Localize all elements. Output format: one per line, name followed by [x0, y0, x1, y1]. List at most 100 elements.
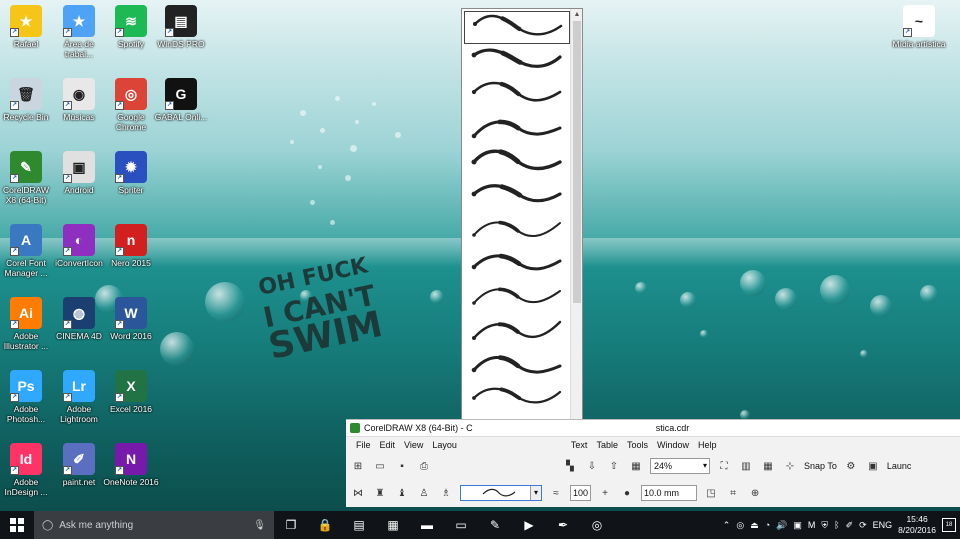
shield-icon[interactable]: ⛨ — [821, 520, 828, 531]
sticky-notes-icon[interactable]: ▬ — [410, 511, 444, 539]
smoothing-input[interactable]: 100 — [570, 485, 592, 501]
microphone-icon[interactable]: 🎙 — [253, 520, 266, 531]
action-center-icon[interactable]: 18 — [942, 518, 956, 532]
add-icon[interactable]: ⊕ — [747, 485, 763, 501]
stroke-preset-option[interactable] — [464, 146, 570, 179]
launch-icon[interactable]: ▣ — [865, 458, 881, 474]
preset-mode-icon[interactable]: ⋈ — [350, 485, 366, 501]
video-editor-icon[interactable]: ▶ — [512, 511, 546, 539]
menu-window[interactable]: Window — [657, 437, 689, 453]
file-explorer-icon[interactable]: ▭ — [444, 511, 478, 539]
desktop-icon-word[interactable]: W ↗ Word 2016 — [102, 297, 160, 341]
desktop-icon-recycle-bin[interactable]: 🗑 ↗ Recycle Bin — [0, 78, 55, 122]
chevron-down-icon[interactable]: ▾ — [530, 486, 541, 500]
desktop-icon-indesign[interactable]: Id ↗ Adobe InDesign ... — [0, 443, 55, 497]
start-button[interactable] — [0, 511, 34, 539]
launch-button[interactable]: Launc — [887, 461, 912, 471]
stroke-preset-option[interactable] — [464, 247, 570, 280]
menu-layout[interactable]: Layou — [432, 437, 457, 453]
gmail-icon[interactable]: M — [808, 520, 816, 530]
stroke-preset-option[interactable] — [464, 11, 570, 44]
chrome-taskbar-icon[interactable]: ◎ — [580, 511, 614, 539]
open-folder-icon[interactable]: ▭ — [372, 458, 388, 474]
desktop-icon-paintnet[interactable]: ✐ ↗ paint.net — [50, 443, 108, 487]
menu-edit[interactable]: Edit — [380, 437, 396, 453]
bluetooth-icon[interactable]: ᛒ — [834, 520, 839, 530]
expressive-mode-icon[interactable]: ♗ — [438, 485, 454, 501]
save-icon[interactable]: ▪ — [394, 458, 410, 474]
lock-icon[interactable]: 🔒 — [308, 511, 342, 539]
desktop-icon-nintendo-ds[interactable]: ▤ ↗ WinDS PRO — [152, 5, 210, 49]
guidelines-icon[interactable]: ⊹ — [782, 458, 798, 474]
desktop-icon-ipod[interactable]: ◉ ↗ Músicas — [50, 78, 108, 122]
desktop-icon-media-artistica[interactable]: ~ ↗ Mídia artística — [890, 5, 948, 49]
desktop-icon-iconverticon[interactable]: ◐ ↗ iConvertIcon — [50, 224, 108, 268]
wifi-icon[interactable]: ◔ — [765, 520, 770, 530]
language-indicator[interactable]: ENG — [873, 520, 893, 530]
edit-preset-icon[interactable]: ◳ — [703, 485, 719, 501]
stroke-preset-option[interactable] — [464, 382, 570, 415]
grid-icon[interactable]: ▦ — [760, 458, 776, 474]
desktop-icon-corel-font[interactable]: A ↗ Corel Font Manager ... — [0, 224, 55, 278]
menu-text[interactable]: Text — [571, 437, 588, 453]
desktop-icon-spriter[interactable]: ✹ ↗ Spriter — [102, 151, 160, 195]
sync-icon[interactable]: ⟳ — [859, 520, 867, 531]
antivirus-icon[interactable]: ▣ — [793, 520, 802, 531]
volume-icon[interactable]: 🔊 — [776, 520, 787, 531]
desktop-icon-star[interactable]: ★ ↗ Área de trabal... — [50, 5, 108, 59]
new-document-icon[interactable]: ⊞ — [350, 458, 366, 474]
desktop-icon-excel[interactable]: X ↗ Excel 2016 — [102, 370, 160, 414]
stroke-preset-option[interactable] — [464, 281, 570, 314]
usb-icon[interactable]: ⏏ — [750, 520, 759, 531]
stroke-preset-option[interactable] — [464, 45, 570, 78]
import-icon[interactable]: ⇩ — [584, 458, 600, 474]
stroke-preset-option[interactable] — [464, 213, 570, 246]
stroke-preset-option[interactable] — [464, 348, 570, 381]
task-view-icon[interactable]: ❐ — [274, 511, 308, 539]
preset-stroke-combo[interactable]: ▾ — [460, 485, 542, 501]
desktop-icon-star[interactable]: ★ ↗ Rafael — [0, 5, 55, 49]
clock[interactable]: 15:46 8/20/2016 — [898, 514, 936, 536]
zoom-level-select[interactable]: 24% — [650, 458, 710, 474]
options-gear-icon[interactable]: ⚙ — [843, 458, 859, 474]
publish-pdf-icon[interactable]: ▚ — [562, 458, 578, 474]
desktop-icon-cinema4d[interactable]: ◍ ↗ CINEMA 4D — [50, 297, 108, 341]
stepper-plus-icon[interactable]: + — [597, 485, 613, 501]
pdf-icon[interactable]: ▦ — [628, 458, 644, 474]
desktop-icon-lightroom[interactable]: Lr ↗ Adobe Lightroom — [50, 370, 108, 424]
coreldraw-taskbar-icon[interactable]: ✒ — [546, 511, 580, 539]
chrome-tray-icon[interactable]: ◎ — [736, 520, 744, 531]
menu-file[interactable]: File — [356, 437, 371, 453]
dropdown-scrollbar[interactable]: ▲ ▼ — [570, 9, 582, 482]
desktop-icon-onenote[interactable]: N ↗ OneNote 2016 — [102, 443, 160, 487]
desktop-icon-photoshop[interactable]: Ps ↗ Adobe Photosh... — [0, 370, 55, 424]
sprayer-mode-icon[interactable]: ♝ — [394, 485, 410, 501]
window-title-bar[interactable]: CorelDRAW X8 (64-Bit) - C stica.cdr — [346, 420, 960, 437]
pen-tray-icon[interactable]: ✐ — [846, 520, 854, 531]
snap-to-menu[interactable]: Snap To — [804, 461, 837, 471]
export-icon[interactable]: ⇧ — [606, 458, 622, 474]
calculator-icon[interactable]: ▦ — [376, 511, 410, 539]
brush-mode-icon[interactable]: ♜ — [372, 485, 388, 501]
cortana-search-box[interactable]: ◯ Ask me anything 🎙 — [34, 511, 274, 539]
print-icon[interactable]: ⎙ — [416, 458, 432, 474]
show-hidden-icons-chevron-icon[interactable]: ⌃ — [723, 520, 731, 531]
calligraphic-mode-icon[interactable]: ♙ — [416, 485, 432, 501]
menu-tools[interactable]: Tools — [627, 437, 648, 453]
stroke-preset-option[interactable] — [464, 314, 570, 347]
desktop-icon-nero[interactable]: n ↗ Nero 2015 — [102, 224, 160, 268]
menu-table[interactable]: Table — [596, 437, 618, 453]
menu-help[interactable]: Help — [698, 437, 717, 453]
scrollbar-thumb[interactable] — [573, 21, 581, 303]
scroll-up-arrow[interactable]: ▲ — [571, 9, 582, 21]
stroke-preset-option[interactable] — [464, 78, 570, 111]
stroke-preset-option[interactable] — [464, 180, 570, 213]
desktop-icon-illustrator[interactable]: Ai ↗ Adobe Illustrator ... — [0, 297, 55, 351]
stroke-width-input[interactable]: 10.0 mm — [641, 485, 698, 501]
menu-view[interactable]: View — [404, 437, 423, 453]
scale-icon[interactable]: ⌗ — [725, 485, 741, 501]
rulers-icon[interactable]: ▥ — [738, 458, 754, 474]
full-screen-icon[interactable]: ⛶ — [716, 458, 732, 474]
corel-tray-app-icon[interactable]: ✎ — [478, 511, 512, 539]
stroke-preset-option[interactable] — [464, 112, 570, 145]
